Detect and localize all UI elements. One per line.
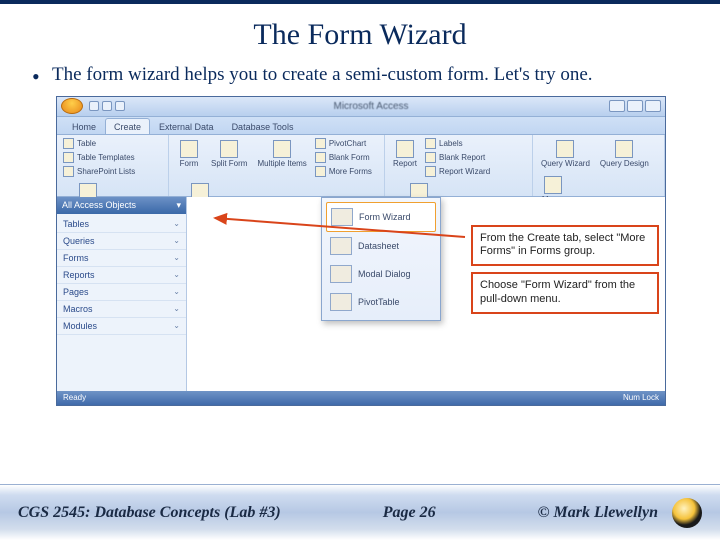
query-wizard-icon — [556, 140, 574, 158]
footer-page: Page 26 — [383, 504, 436, 522]
btn-query-design[interactable]: Query Design — [596, 137, 653, 171]
query-design-icon — [615, 140, 633, 158]
tab-create[interactable]: Create — [105, 118, 150, 134]
qat-save-icon[interactable] — [89, 101, 99, 111]
multiple-items-icon — [273, 140, 291, 158]
btn-table[interactable]: Table — [61, 137, 137, 150]
close-button[interactable] — [645, 100, 661, 112]
btn-more-forms[interactable]: More Forms — [313, 165, 374, 178]
nav-item-queries[interactable]: Queries⌄ — [57, 233, 186, 250]
title-bar: Microsoft Access — [57, 97, 665, 117]
datasheet-icon — [330, 237, 352, 255]
pivottable-icon — [330, 293, 352, 311]
nav-item-reports[interactable]: Reports⌄ — [57, 267, 186, 284]
tab-database-tools[interactable]: Database Tools — [223, 118, 303, 134]
minimize-button[interactable] — [609, 100, 625, 112]
btn-labels[interactable]: Labels — [423, 137, 492, 150]
callout-2: Choose "Form Wizard" from the pull-down … — [471, 272, 659, 314]
ribbon: Table Table Templates SharePoint Lists T… — [57, 135, 665, 197]
chevron-icon: ⌄ — [173, 321, 180, 330]
table-icon — [63, 138, 74, 149]
access-window: Microsoft Access Home Create External Da… — [56, 96, 666, 406]
labels-icon — [425, 138, 436, 149]
btn-report-wizard[interactable]: Report Wizard — [423, 165, 492, 178]
macro-icon — [544, 176, 562, 194]
callout-1: From the Create tab, select "More Forms"… — [471, 225, 659, 267]
ribbon-tabs: Home Create External Data Database Tools — [57, 117, 665, 135]
slide: The Form Wizard The form wizard helps yo… — [0, 0, 720, 540]
btn-sharepoint-lists[interactable]: SharePoint Lists — [61, 165, 137, 178]
form-wizard-icon — [331, 208, 353, 226]
app-title: Microsoft Access — [133, 101, 609, 112]
footer-copyright: © Mark Llewellyn — [538, 504, 658, 522]
dd-modal-dialog[interactable]: Modal Dialog — [326, 260, 436, 288]
form-icon — [180, 140, 198, 158]
btn-table-templates[interactable]: Table Templates — [61, 151, 137, 164]
callout-container: From the Create tab, select "More Forms"… — [471, 225, 659, 320]
chevron-icon: ⌄ — [173, 304, 180, 313]
nav-item-macros[interactable]: Macros⌄ — [57, 301, 186, 318]
table-templates-icon — [63, 152, 74, 163]
modal-dialog-icon — [330, 265, 352, 283]
tab-home[interactable]: Home — [63, 118, 105, 134]
report-wizard-icon — [425, 166, 436, 177]
footer-left: CGS 2545: Database Concepts (Lab #3) — [18, 504, 281, 522]
group-forms: Form Split Form Multiple Items PivotChar… — [169, 135, 385, 196]
nav-item-tables[interactable]: Tables⌄ — [57, 216, 186, 233]
chevron-down-icon: ▾ — [176, 200, 181, 211]
pivotchart-icon — [315, 138, 326, 149]
nav-item-pages[interactable]: Pages⌄ — [57, 284, 186, 301]
dd-datasheet[interactable]: Datasheet — [326, 232, 436, 260]
blank-report-icon — [425, 152, 436, 163]
btn-report[interactable]: Report — [389, 137, 421, 171]
dd-pivottable[interactable]: PivotTable — [326, 288, 436, 316]
bullet-1: The form wizard helps you to create a se… — [28, 62, 684, 88]
dd-form-wizard[interactable]: Form Wizard — [326, 202, 436, 232]
slide-footer: CGS 2545: Database Concepts (Lab #3) Pag… — [0, 484, 720, 540]
tab-external-data[interactable]: External Data — [150, 118, 223, 134]
navigation-pane: All Access Objects ▾ Tables⌄ Queries⌄ Fo… — [57, 197, 187, 391]
nav-pane-header[interactable]: All Access Objects ▾ — [57, 197, 186, 214]
pegasus-logo-icon — [672, 498, 702, 528]
status-bar: Ready Num Lock — [57, 391, 665, 405]
quick-access-toolbar[interactable] — [89, 101, 125, 111]
office-button[interactable] — [61, 98, 83, 114]
more-forms-dropdown: Form Wizard Datasheet Modal Dialog Pivot… — [321, 197, 441, 321]
body-text: The form wizard helps you to create a se… — [0, 62, 720, 88]
btn-form[interactable]: Form — [173, 137, 205, 171]
sharepoint-icon — [63, 166, 74, 177]
group-other: Query Wizard Query Design Macro Other — [533, 135, 665, 196]
status-left: Ready — [63, 393, 86, 402]
slide-title: The Form Wizard — [0, 4, 720, 62]
nav-item-modules[interactable]: Modules⌄ — [57, 318, 186, 335]
status-right: Num Lock — [623, 393, 659, 402]
group-reports: Report Labels Blank Report Report Wizard… — [385, 135, 533, 196]
btn-pivotchart[interactable]: PivotChart — [313, 137, 374, 150]
btn-multiple-items[interactable]: Multiple Items — [253, 137, 310, 171]
chevron-icon: ⌄ — [173, 219, 180, 228]
chevron-icon: ⌄ — [173, 270, 180, 279]
btn-blank-report[interactable]: Blank Report — [423, 151, 492, 164]
chevron-icon: ⌄ — [173, 287, 180, 296]
group-tables: Table Table Templates SharePoint Lists T… — [57, 135, 169, 196]
qat-undo-icon[interactable] — [102, 101, 112, 111]
maximize-button[interactable] — [627, 100, 643, 112]
btn-query-wizard[interactable]: Query Wizard — [537, 137, 594, 171]
nav-item-forms[interactable]: Forms⌄ — [57, 250, 186, 267]
btn-blank-form[interactable]: Blank Form — [313, 151, 374, 164]
more-forms-icon — [315, 166, 326, 177]
blank-form-icon — [315, 152, 326, 163]
report-icon — [396, 140, 414, 158]
split-form-icon — [220, 140, 238, 158]
chevron-icon: ⌄ — [173, 253, 180, 262]
qat-redo-icon[interactable] — [115, 101, 125, 111]
btn-split-form[interactable]: Split Form — [207, 137, 251, 171]
chevron-icon: ⌄ — [173, 236, 180, 245]
